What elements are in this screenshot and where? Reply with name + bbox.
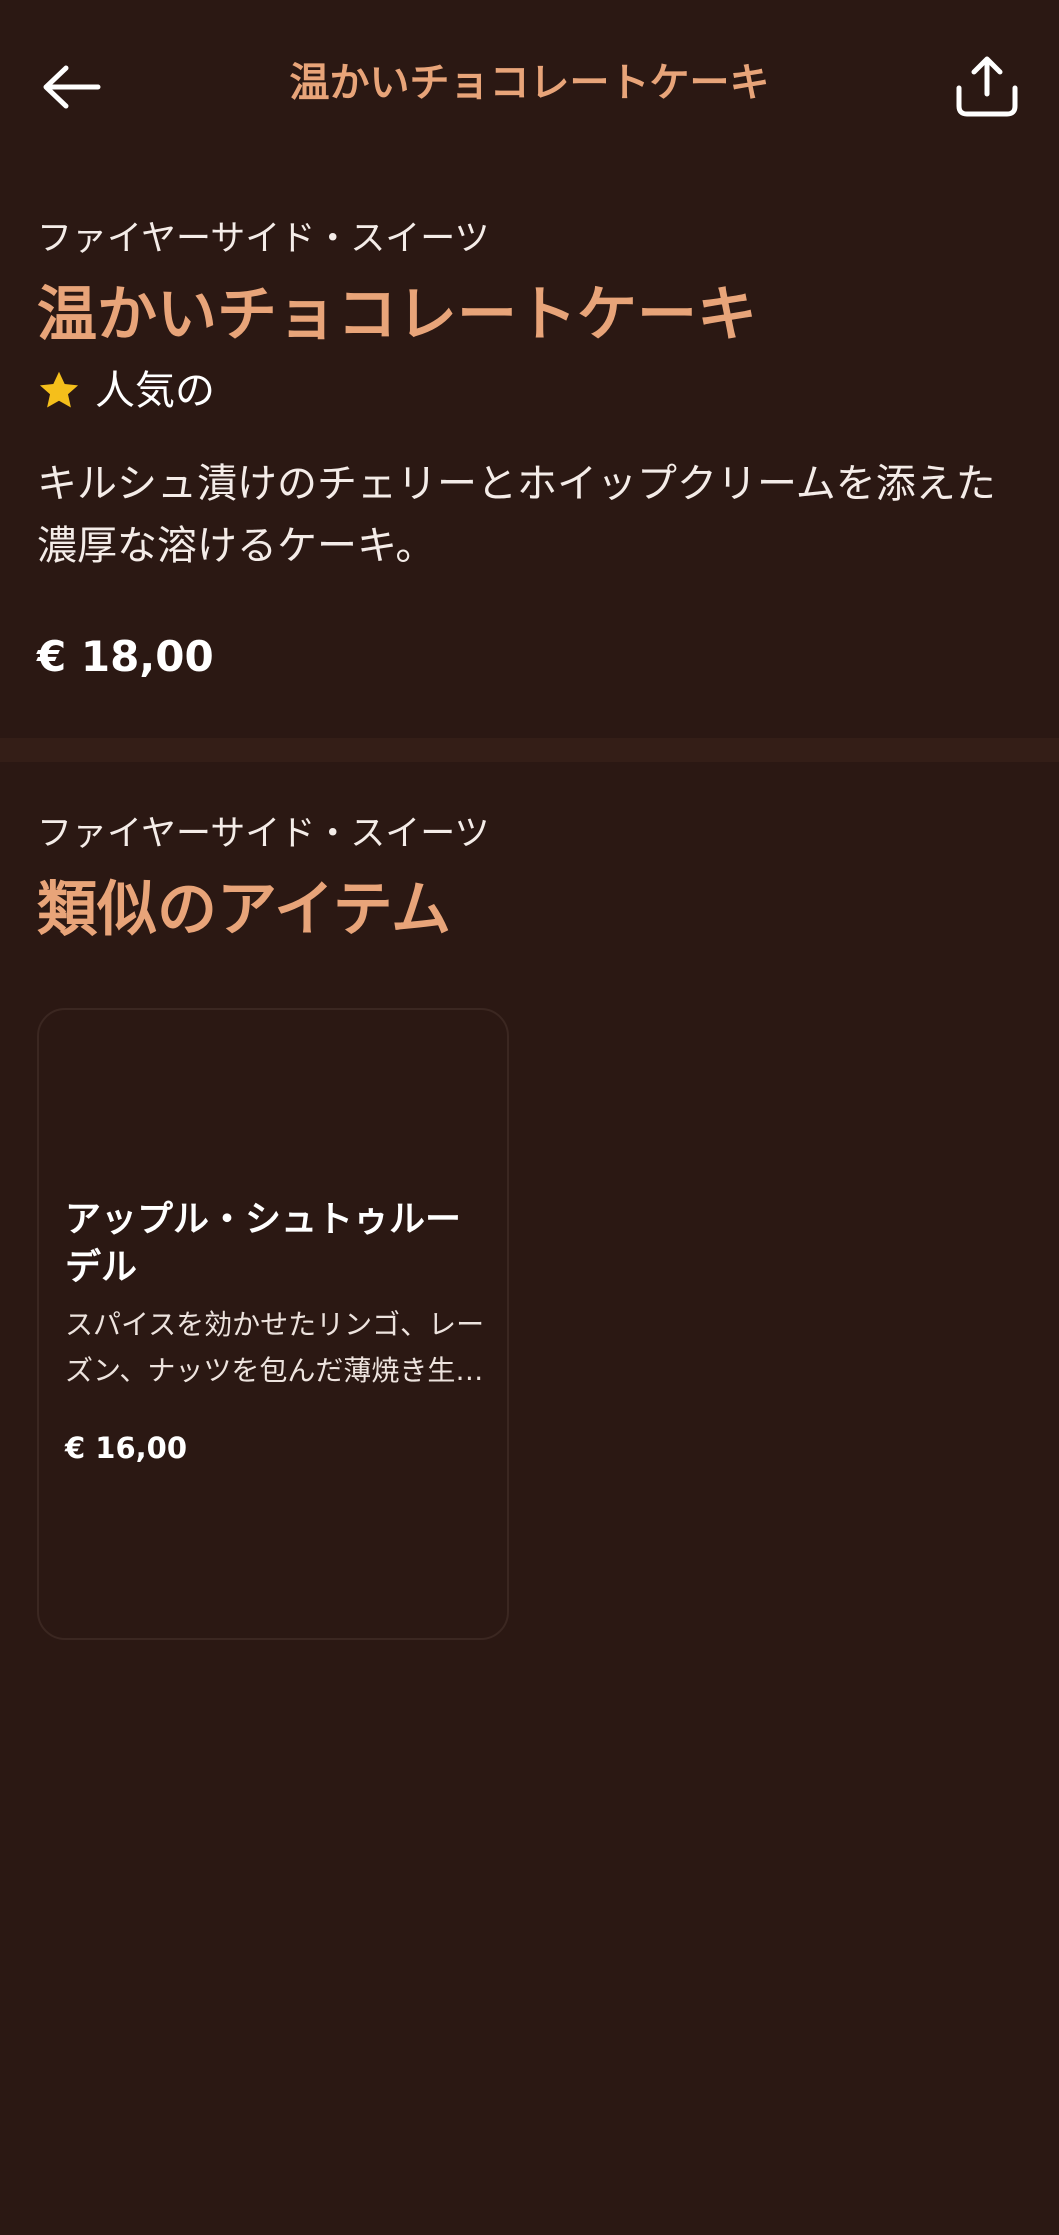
similar-item-card[interactable]: アップル・シュトゥルーデル スパイスを効かせたリンゴ、レーズン、ナッツを包んだ薄… xyxy=(37,1008,509,1640)
product-details: ファイヤーサイド・スイーツ 温かいチョコレートケーキ 人気の キルシュ漬けのチェ… xyxy=(37,215,1022,685)
similar-category: ファイヤーサイド・スイーツ xyxy=(37,814,490,854)
back-button[interactable] xyxy=(36,52,106,122)
star-icon xyxy=(39,371,79,408)
product-price: € 18,00 xyxy=(37,632,214,681)
similar-item-price: € 16,00 xyxy=(65,1431,188,1465)
share-icon xyxy=(956,56,1018,117)
share-button[interactable] xyxy=(951,48,1023,124)
similar-item-body: アップル・シュトゥルーデル スパイスを効かせたリンゴ、レーズン、ナッツを包んだ薄… xyxy=(65,1196,487,1468)
product-category: ファイヤーサイド・スイーツ xyxy=(37,219,490,259)
top-bar: 温かいチョコレートケーキ xyxy=(0,0,1059,170)
popular-badge-label: 人気の xyxy=(95,368,215,414)
section-divider xyxy=(0,738,1059,762)
similar-items-section: ファイヤーサイド・スイーツ 類似のアイテム xyxy=(37,810,1022,948)
product-description: キルシュ漬けのチェリーとホイップクリームを添えた濃厚な溶けるケーキ。 xyxy=(37,461,996,569)
similar-item-description: スパイスを効かせたリンゴ、レーズン、ナッツを包んだ薄焼き生地のペストリー。 xyxy=(65,1308,485,1387)
similar-items-title: 類似のアイテム xyxy=(37,875,451,945)
header-title: 温かいチョコレートケーキ xyxy=(289,60,770,106)
arrow-left-icon xyxy=(43,65,101,109)
popular-badge: 人気の xyxy=(37,363,1022,419)
product-title: 温かいチョコレートケーキ xyxy=(37,280,757,350)
similar-item-name: アップル・シュトゥルーデル xyxy=(65,1199,462,1288)
